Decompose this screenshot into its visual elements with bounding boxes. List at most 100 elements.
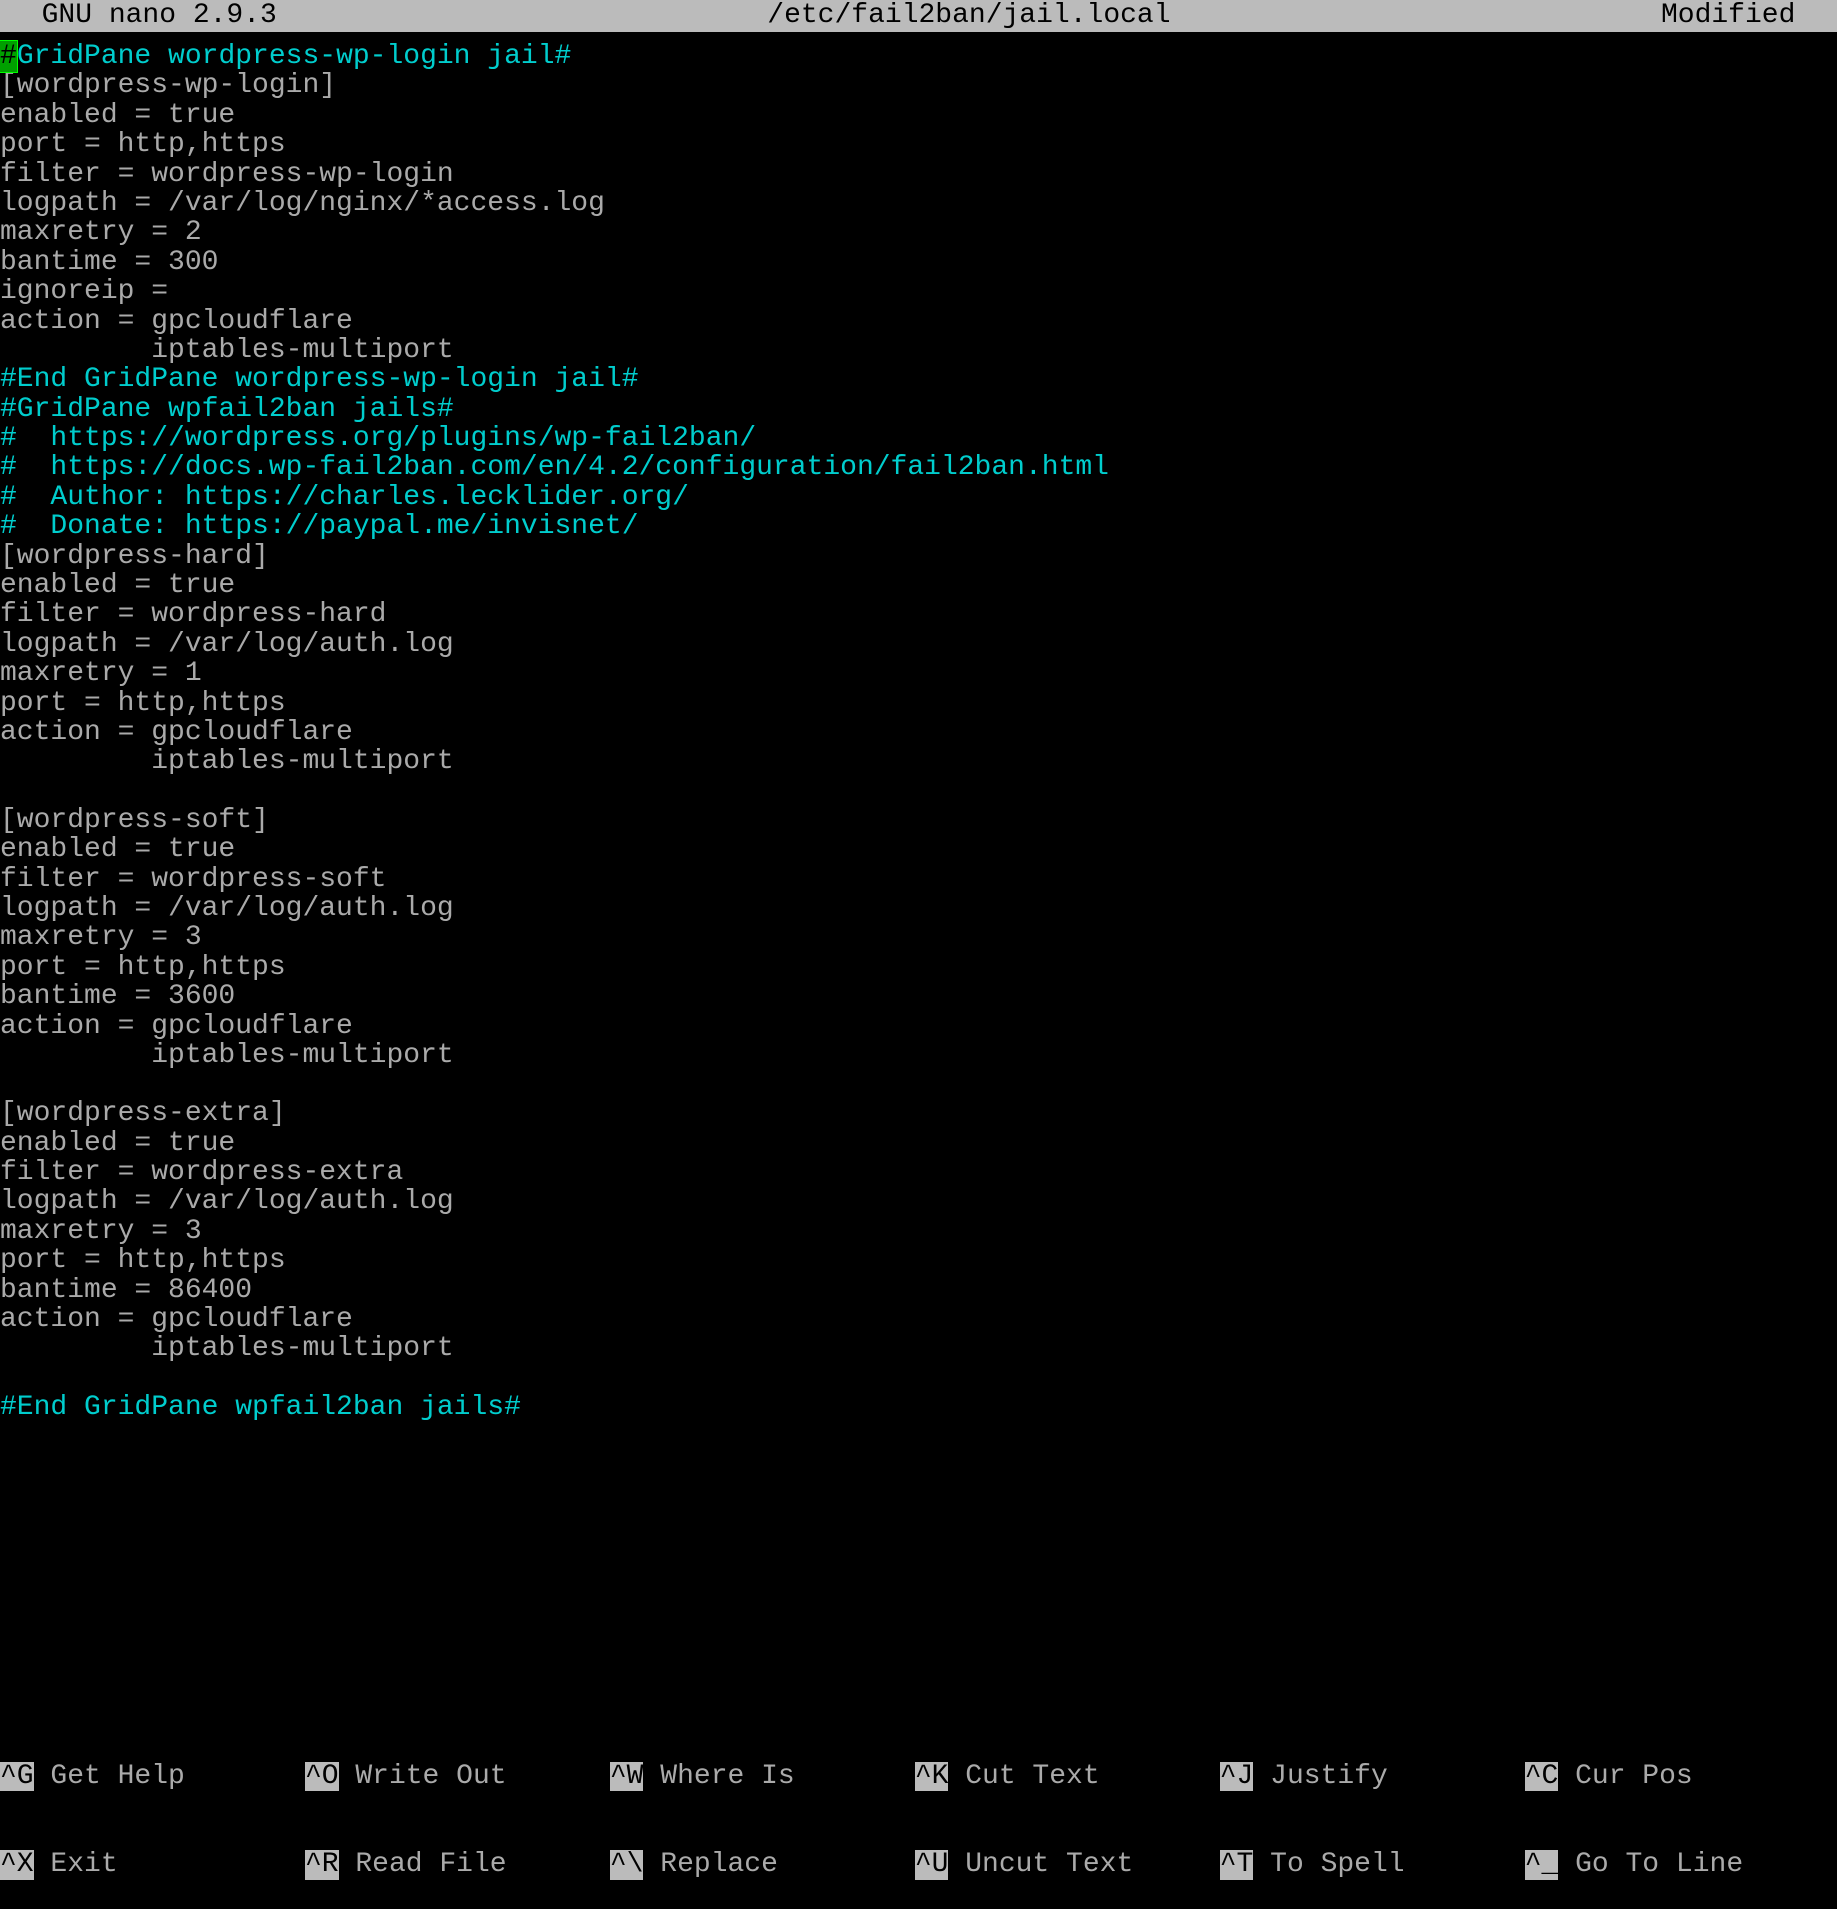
editor-line[interactable]: ignoreip = — [0, 277, 1837, 306]
shortcut-key: ^T — [1220, 1850, 1254, 1879]
editor-line[interactable]: enabled = true — [0, 835, 1837, 864]
shortcut[interactable]: ^K Cut Text — [915, 1762, 1220, 1791]
shortcut-label: Cut Text — [948, 1762, 1099, 1791]
editor-line[interactable]: iptables-multiport — [0, 747, 1837, 776]
shortcut-key: ^J — [1220, 1762, 1254, 1791]
editor-line[interactable]: logpath = /var/log/auth.log — [0, 894, 1837, 923]
editor-line[interactable]: # Author: https://charles.lecklider.org/ — [0, 483, 1837, 512]
file-path: /etc/fail2ban/jail.local — [277, 1, 1661, 30]
shortcut-label: Get Help — [34, 1762, 185, 1791]
shortcut-label: Exit — [34, 1850, 118, 1879]
shortcut-label: Write Out — [339, 1762, 507, 1791]
comment-text: GridPane wordpress-wp-login jail# — [17, 41, 572, 72]
shortcut-label: Uncut Text — [948, 1850, 1133, 1879]
editor-line[interactable]: port = http,https — [0, 1246, 1837, 1275]
editor-line[interactable]: port = http,https — [0, 689, 1837, 718]
shortcut[interactable]: ^C Cur Pos — [1525, 1762, 1830, 1791]
shortcut-key: ^_ — [1525, 1850, 1559, 1879]
shortcut-key: ^\ — [610, 1850, 644, 1879]
editor-line[interactable]: action = gpcloudflare — [0, 718, 1837, 747]
shortcut-key: ^O — [305, 1762, 339, 1791]
shortcut-label: Go To Line — [1558, 1850, 1743, 1879]
editor-titlebar: GNU nano 2.9.3 /etc/fail2ban/jail.local … — [0, 0, 1837, 32]
editor-line[interactable]: action = gpcloudflare — [0, 1012, 1837, 1041]
shortcut-key: ^C — [1525, 1762, 1559, 1791]
editor-line[interactable]: maxretry = 1 — [0, 659, 1837, 688]
cursor: # — [0, 41, 17, 72]
shortcut-row-1: ^G Get Help^O Write Out^W Where Is^K Cut… — [0, 1762, 1837, 1791]
editor-line[interactable]: #End GridPane wordpress-wp-login jail# — [0, 365, 1837, 394]
shortcut[interactable]: ^J Justify — [1220, 1762, 1525, 1791]
editor-line[interactable]: iptables-multiport — [0, 1041, 1837, 1070]
shortcut[interactable]: ^G Get Help — [0, 1762, 305, 1791]
shortcut-label: To Spell — [1253, 1850, 1404, 1879]
editor-name: GNU nano 2.9.3 — [8, 1, 277, 30]
editor-line[interactable]: logpath = /var/log/nginx/*access.log — [0, 189, 1837, 218]
shortcut-label: Justify — [1253, 1762, 1387, 1791]
editor-line[interactable]: filter = wordpress-soft — [0, 865, 1837, 894]
comment-text: #End GridPane wpfail2ban jails# — [0, 1392, 521, 1423]
editor-line[interactable]: enabled = true — [0, 101, 1837, 130]
shortcut-key: ^K — [915, 1762, 949, 1791]
shortcut[interactable]: ^_ Go To Line — [1525, 1850, 1830, 1879]
comment-text: # Donate: https://paypal.me/invisnet/ — [0, 511, 639, 542]
shortcut-row-2: ^X Exit^R Read File^\ Replace^U Uncut Te… — [0, 1850, 1837, 1879]
editor-line[interactable]: [wordpress-hard] — [0, 542, 1837, 571]
shortcut[interactable]: ^T To Spell — [1220, 1850, 1525, 1879]
shortcut[interactable]: ^\ Replace — [610, 1850, 915, 1879]
editor-line[interactable] — [0, 1364, 1837, 1393]
editor-line[interactable]: filter = wordpress-extra — [0, 1158, 1837, 1187]
editor-line[interactable]: iptables-multiport — [0, 336, 1837, 365]
shortcut-key: ^X — [0, 1850, 34, 1879]
editor-line[interactable] — [0, 1070, 1837, 1099]
shortcut-key: ^W — [610, 1762, 644, 1791]
editor-line[interactable] — [0, 777, 1837, 806]
editor-line[interactable]: action = gpcloudflare — [0, 307, 1837, 336]
comment-text: # https://docs.wp-fail2ban.com/en/4.2/co… — [0, 452, 1109, 483]
editor-line[interactable]: [wordpress-wp-login] — [0, 71, 1837, 100]
shortcut[interactable]: ^W Where Is — [610, 1762, 915, 1791]
shortcut-key: ^R — [305, 1850, 339, 1879]
editor-line[interactable]: iptables-multiport — [0, 1334, 1837, 1363]
shortcut[interactable]: ^R Read File — [305, 1850, 610, 1879]
editor-line[interactable]: maxretry = 2 — [0, 218, 1837, 247]
editor-line[interactable]: action = gpcloudflare — [0, 1305, 1837, 1334]
editor-footer: ^G Get Help^O Write Out^W Where Is^K Cut… — [0, 1703, 1837, 1909]
editor-line[interactable]: bantime = 86400 — [0, 1276, 1837, 1305]
shortcut-label: Where Is — [643, 1762, 794, 1791]
editor-line[interactable]: #GridPane wpfail2ban jails# — [0, 395, 1837, 424]
shortcut-label: Read File — [339, 1850, 507, 1879]
editor-line[interactable]: [wordpress-extra] — [0, 1099, 1837, 1128]
shortcut[interactable]: ^U Uncut Text — [915, 1850, 1220, 1879]
editor-line[interactable]: port = http,https — [0, 953, 1837, 982]
editor-line[interactable]: logpath = /var/log/auth.log — [0, 630, 1837, 659]
editor-line[interactable]: bantime = 3600 — [0, 982, 1837, 1011]
editor-line[interactable]: #End GridPane wpfail2ban jails# — [0, 1393, 1837, 1422]
comment-text: #End GridPane wordpress-wp-login jail# — [0, 364, 639, 395]
editor-line[interactable]: bantime = 300 — [0, 248, 1837, 277]
editor-line[interactable]: filter = wordpress-hard — [0, 600, 1837, 629]
editor-line[interactable]: # https://docs.wp-fail2ban.com/en/4.2/co… — [0, 453, 1837, 482]
comment-text: # Author: https://charles.lecklider.org/ — [0, 482, 689, 513]
comment-text: #GridPane wpfail2ban jails# — [0, 394, 454, 425]
shortcut-key: ^G — [0, 1762, 34, 1791]
editor-content[interactable]: #GridPane wordpress-wp-login jail#[wordp… — [0, 32, 1837, 1422]
editor-line[interactable]: # Donate: https://paypal.me/invisnet/ — [0, 512, 1837, 541]
shortcut[interactable]: ^O Write Out — [305, 1762, 610, 1791]
file-status: Modified — [1661, 1, 1829, 30]
editor-line[interactable]: maxretry = 3 — [0, 1217, 1837, 1246]
shortcut-label: Cur Pos — [1558, 1762, 1692, 1791]
editor-line[interactable]: # https://wordpress.org/plugins/wp-fail2… — [0, 424, 1837, 453]
shortcut-label: Replace — [643, 1850, 777, 1879]
editor-line[interactable]: filter = wordpress-wp-login — [0, 160, 1837, 189]
editor-line[interactable]: logpath = /var/log/auth.log — [0, 1187, 1837, 1216]
editor-line[interactable]: enabled = true — [0, 1129, 1837, 1158]
editor-line[interactable]: port = http,https — [0, 130, 1837, 159]
editor-line[interactable]: enabled = true — [0, 571, 1837, 600]
editor-line[interactable]: [wordpress-soft] — [0, 806, 1837, 835]
shortcut-key: ^U — [915, 1850, 949, 1879]
comment-text: # https://wordpress.org/plugins/wp-fail2… — [0, 423, 756, 454]
shortcut[interactable]: ^X Exit — [0, 1850, 305, 1879]
editor-line[interactable]: maxretry = 3 — [0, 923, 1837, 952]
editor-line[interactable]: #GridPane wordpress-wp-login jail# — [0, 42, 1837, 71]
